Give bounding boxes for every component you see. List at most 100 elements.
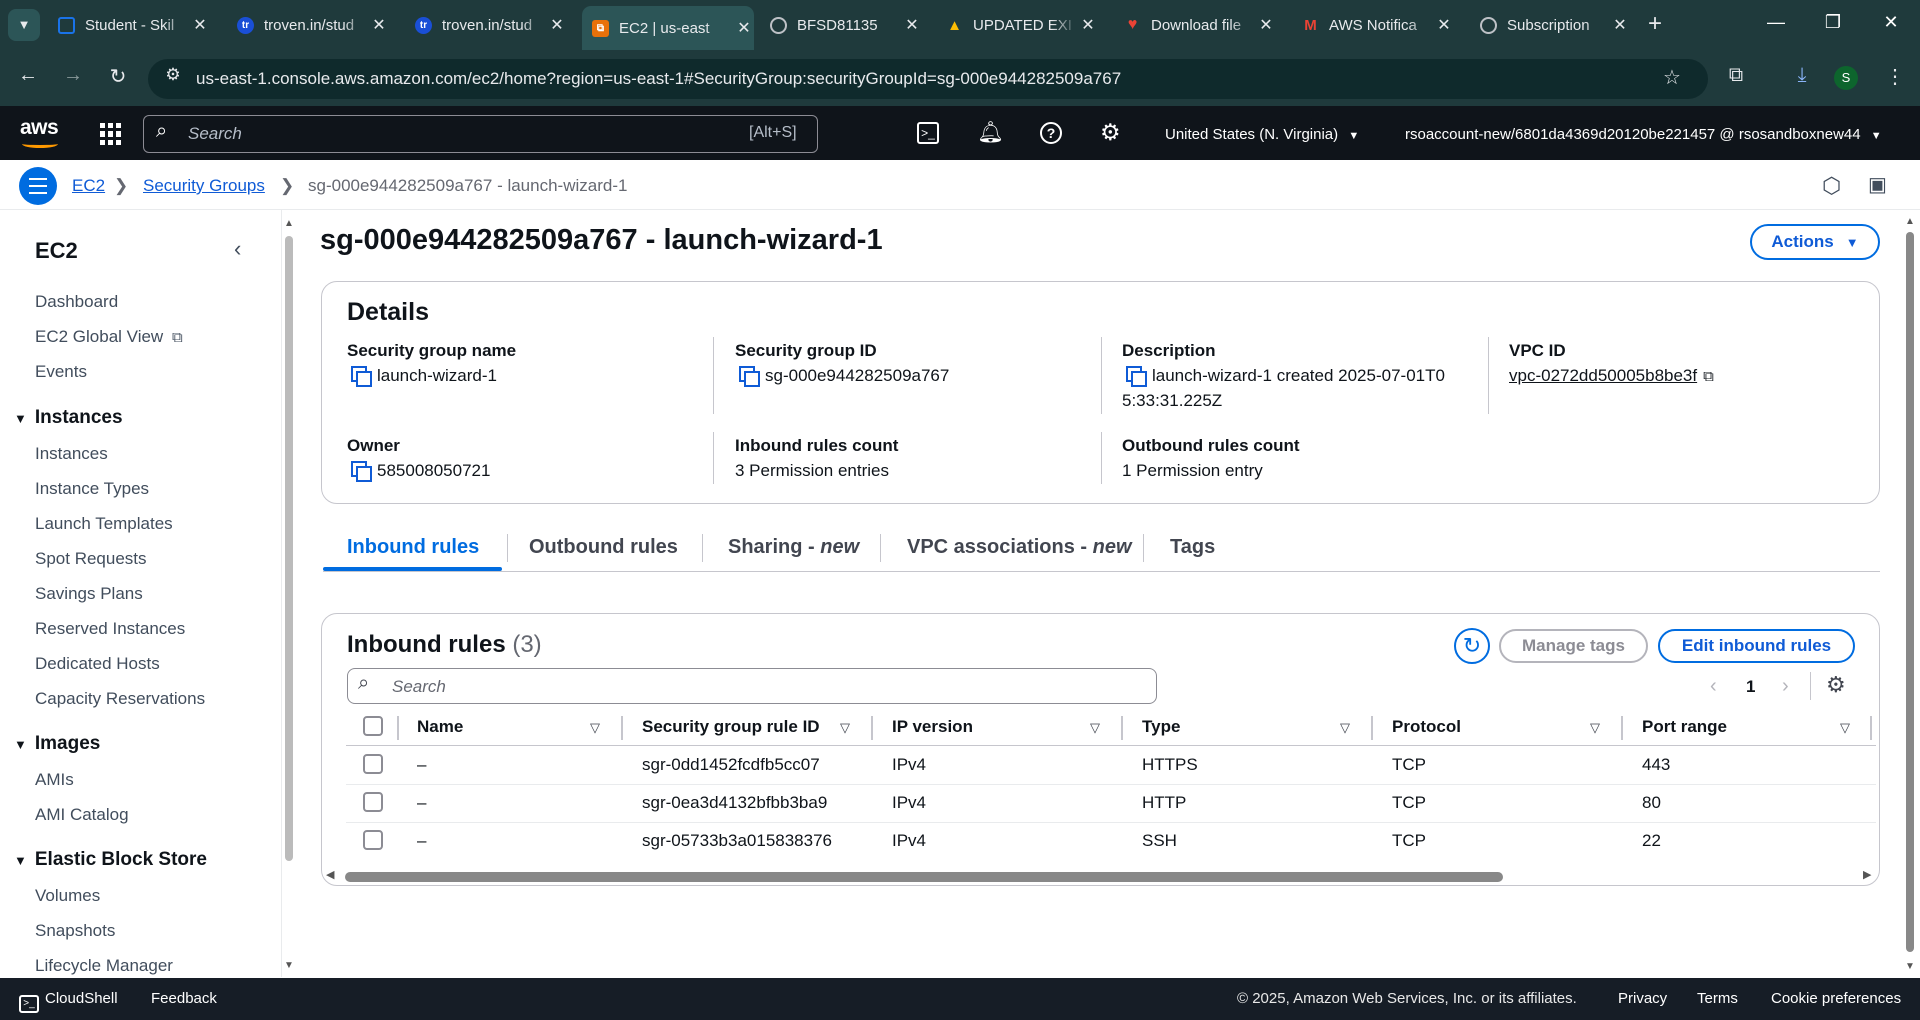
refresh-button[interactable]: ↻ — [1454, 628, 1490, 664]
feedback-panel-icon[interactable]: ▣ — [1868, 172, 1887, 197]
column-header-type[interactable]: Type — [1142, 717, 1180, 737]
browser-tab-9[interactable]: Subscription ✕ — [1480, 9, 1630, 41]
feedback-link[interactable]: Feedback — [151, 990, 217, 1007]
privacy-link[interactable]: Privacy — [1618, 990, 1667, 1007]
sidebar-item-events[interactable]: Events — [35, 362, 87, 382]
minimize-icon[interactable]: — — [1761, 12, 1791, 33]
close-icon[interactable]: ✕ — [1078, 15, 1098, 35]
browser-tab-6[interactable]: ▲ UPDATED EXI ✕ — [946, 9, 1098, 41]
browser-menu-icon[interactable]: ⋮ — [1880, 64, 1910, 89]
sidebar-item-instances[interactable]: Instances — [35, 444, 108, 464]
collapse-sidebar-icon[interactable]: ‹ — [234, 236, 241, 262]
column-header-name[interactable]: Name — [417, 717, 463, 737]
region-selector[interactable]: United States (N. Virginia) ▼ — [1165, 126, 1359, 143]
sort-caret-icon[interactable]: ▽ — [1840, 720, 1850, 736]
browser-tab-5[interactable]: BFSD81135 ✕ — [770, 9, 922, 41]
column-header-rule-id[interactable]: Security group rule ID — [642, 717, 820, 737]
bookmark-star-icon[interactable]: ☆ — [1657, 65, 1687, 90]
vpc-id-link[interactable]: vpc-0272dd50005b8be3f ⧉ — [1509, 366, 1714, 386]
browser-tab-8[interactable]: M AWS Notifica ✕ — [1302, 9, 1454, 41]
scroll-left-icon[interactable]: ◀ — [326, 868, 334, 881]
hexagon-info-icon[interactable]: ⬡ — [1822, 173, 1841, 199]
column-divider[interactable] — [871, 716, 873, 740]
edit-inbound-rules-button[interactable]: Edit inbound rules — [1658, 629, 1855, 663]
next-page-icon[interactable]: › — [1782, 675, 1789, 698]
scrollbar-thumb[interactable] — [285, 236, 293, 861]
table-horizontal-scrollbar[interactable]: ◀ ▶ — [323, 868, 1878, 884]
browser-tab-2[interactable]: tr troven.in/stud ✕ — [237, 9, 389, 41]
sidebar-item-volumes[interactable]: Volumes — [35, 886, 100, 906]
sidebar-item-dedicated-hosts[interactable]: Dedicated Hosts — [35, 654, 160, 674]
breadcrumb-security-groups[interactable]: Security Groups — [143, 176, 265, 196]
copy-icon[interactable] — [739, 366, 760, 387]
settings-gear-icon[interactable]: ⚙ — [1100, 119, 1121, 146]
scrollbar-thumb[interactable] — [345, 872, 1503, 882]
close-icon[interactable]: ✕ — [1434, 15, 1454, 35]
sidebar-item-launch-templates[interactable]: Launch Templates — [35, 514, 173, 534]
close-icon[interactable]: ✕ — [734, 18, 754, 38]
previous-page-icon[interactable]: ‹ — [1710, 675, 1717, 698]
notifications-bell-icon[interactable]: 🔔︎ — [977, 121, 1004, 145]
close-icon[interactable]: ✕ — [1256, 15, 1276, 35]
close-icon[interactable]: ✕ — [902, 15, 922, 35]
extensions-icon[interactable]: ⧉ — [1721, 64, 1751, 87]
profile-avatar[interactable]: S — [1834, 66, 1858, 90]
terms-link[interactable]: Terms — [1697, 990, 1738, 1007]
sort-caret-icon[interactable]: ▽ — [590, 720, 600, 736]
aws-search-input[interactable] — [143, 115, 818, 153]
sidebar-section-images[interactable]: ▼ Images — [14, 733, 100, 755]
column-divider[interactable] — [621, 716, 623, 740]
row-checkbox[interactable] — [363, 830, 383, 850]
scroll-up-icon[interactable]: ▲ — [284, 218, 294, 229]
browser-tab-7[interactable]: ♥ Download file ✕ — [1124, 9, 1276, 41]
cloudshell-icon[interactable]: >_ — [917, 122, 939, 144]
back-arrow-icon[interactable]: ← — [13, 64, 43, 87]
restore-icon[interactable]: ❐ — [1818, 12, 1848, 33]
navigation-menu-button[interactable] — [19, 167, 57, 205]
scrollbar-thumb[interactable] — [1906, 232, 1914, 952]
sidebar-item-spot-requests[interactable]: Spot Requests — [35, 549, 147, 569]
help-icon[interactable]: ? — [1040, 122, 1062, 144]
cloudshell-button[interactable]: >_ CloudShell — [19, 990, 118, 1013]
sidebar-item-snapshots[interactable]: Snapshots — [35, 921, 115, 941]
scroll-right-icon[interactable]: ▶ — [1863, 868, 1871, 881]
sidebar-item-dashboard[interactable]: Dashboard — [35, 292, 118, 312]
scroll-up-icon[interactable]: ▲ — [1905, 216, 1915, 227]
close-window-icon[interactable]: ✕ — [1876, 12, 1906, 33]
download-icon[interactable]: ⤓ — [1787, 64, 1817, 87]
sidebar-item-ec2-global-view[interactable]: EC2 Global View ⧉ — [35, 327, 183, 347]
page-scrollbar[interactable]: ▲ ▼ — [1903, 216, 1917, 974]
row-checkbox[interactable] — [363, 792, 383, 812]
site-info-icon[interactable]: ⚙ — [158, 65, 188, 85]
sidebar-item-savings-plans[interactable]: Savings Plans — [35, 584, 143, 604]
browser-tab-1[interactable]: Student - Skil ✕ — [58, 9, 210, 41]
close-icon[interactable]: ✕ — [190, 15, 210, 35]
tab-vpc-associations[interactable]: VPC associations - new — [907, 536, 1132, 559]
close-icon[interactable]: ✕ — [547, 15, 567, 35]
reload-icon[interactable]: ↻ — [103, 64, 133, 89]
tab-search-button[interactable]: ▼ — [8, 9, 40, 41]
sidebar-item-lifecycle-manager[interactable]: Lifecycle Manager — [35, 956, 173, 976]
actions-dropdown-button[interactable]: Actions ▼ — [1750, 224, 1880, 260]
column-divider[interactable] — [1121, 716, 1123, 740]
sidebar-section-elastic-block-store[interactable]: ▼ Elastic Block Store — [14, 849, 207, 871]
page-number[interactable]: 1 — [1746, 677, 1755, 697]
select-all-checkbox[interactable] — [363, 716, 383, 736]
row-checkbox[interactable] — [363, 754, 383, 774]
column-header-protocol[interactable]: Protocol — [1392, 717, 1461, 737]
close-icon[interactable]: ✕ — [1610, 15, 1630, 35]
account-menu[interactable]: rsoaccount-new/6801da4369d20120be221457 … — [1405, 126, 1882, 143]
forward-arrow-icon[interactable]: → — [58, 64, 88, 87]
sort-caret-icon[interactable]: ▽ — [1340, 720, 1350, 736]
column-divider[interactable] — [1870, 716, 1872, 740]
sort-caret-icon[interactable]: ▽ — [840, 720, 850, 736]
copy-icon[interactable] — [1126, 366, 1147, 387]
sidebar-section-instances[interactable]: ▼ Instances — [14, 407, 123, 429]
services-grid-icon[interactable] — [100, 123, 122, 145]
browser-tab-3[interactable]: tr troven.in/stud ✕ — [415, 9, 567, 41]
manage-tags-button[interactable]: Manage tags — [1499, 629, 1648, 663]
breadcrumb-ec2[interactable]: EC2 — [72, 176, 105, 196]
column-divider[interactable] — [1371, 716, 1373, 740]
new-tab-button[interactable]: + — [1648, 10, 1662, 38]
sidebar-item-instance-types[interactable]: Instance Types — [35, 479, 149, 499]
